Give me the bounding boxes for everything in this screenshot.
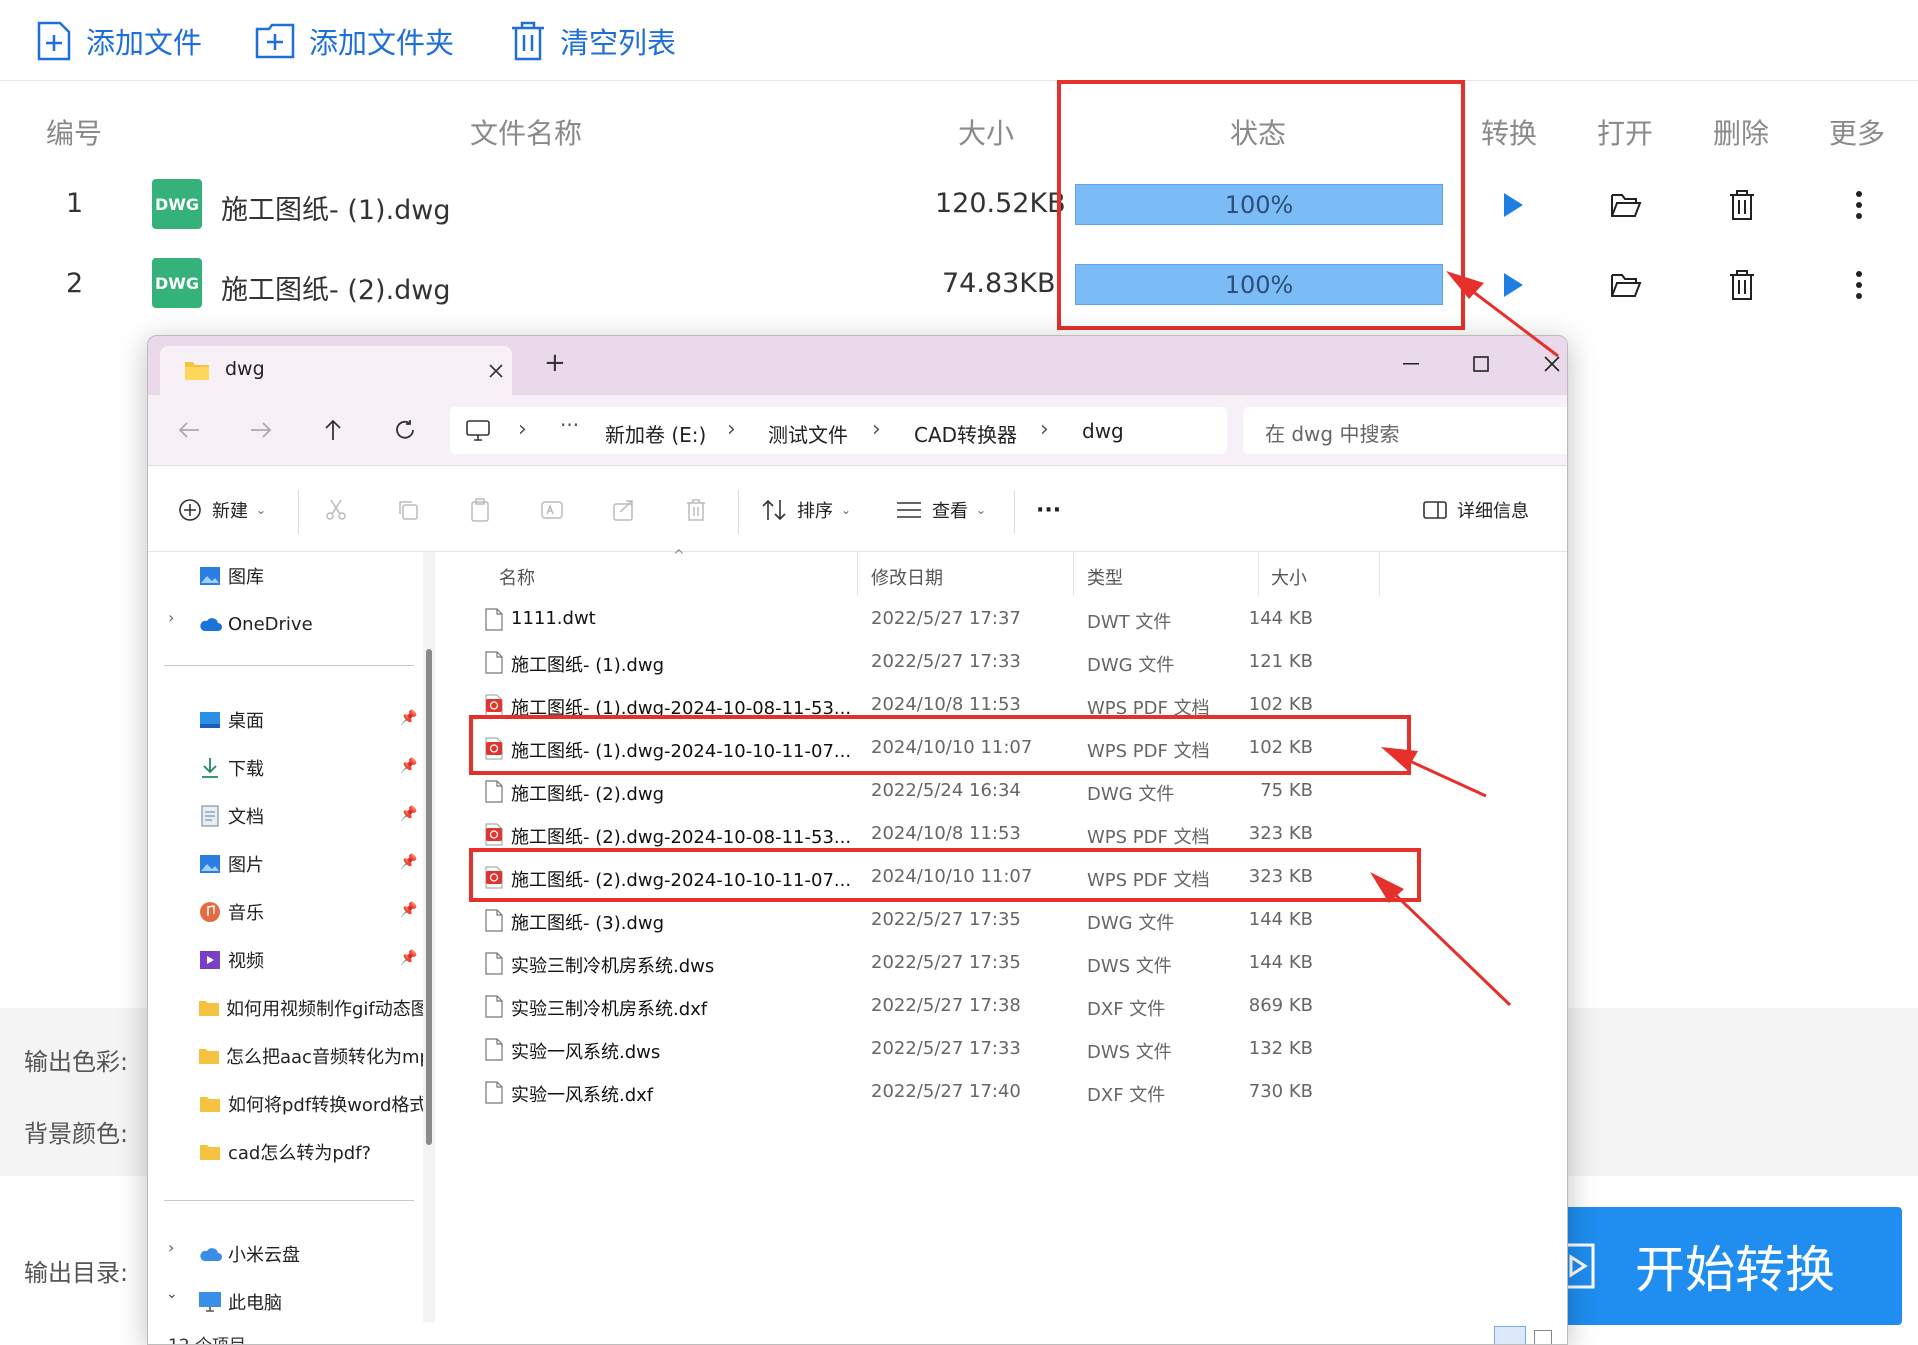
arrow-head	[1381, 747, 1418, 770]
annotation-arrows	[1370, 271, 1559, 1007]
arrow-line	[1378, 878, 1512, 1007]
